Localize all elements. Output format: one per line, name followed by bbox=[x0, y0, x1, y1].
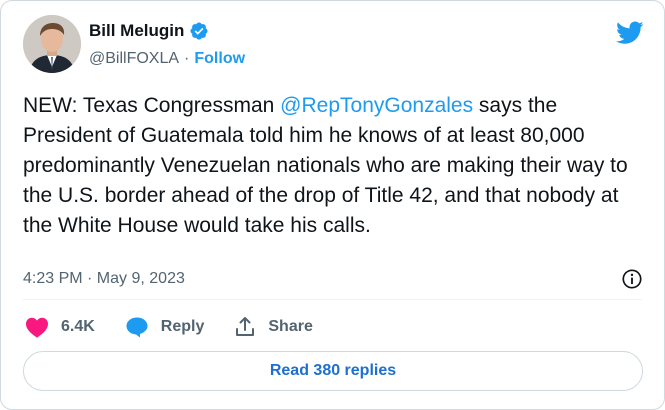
author-handle[interactable]: @BillFOXLA bbox=[89, 50, 179, 68]
share-upload-icon bbox=[236, 317, 255, 336]
author-handle-row: @BillFOXLA · Follow bbox=[89, 50, 245, 68]
tweet-text-start: NEW: Texas Congressman bbox=[23, 94, 281, 117]
action-bar: 6.4K Reply Share bbox=[25, 313, 343, 341]
reply-button[interactable]: Reply bbox=[125, 316, 205, 338]
twitter-bird-icon[interactable] bbox=[616, 21, 644, 45]
heart-icon bbox=[26, 317, 48, 338]
read-replies-button[interactable]: Read 380 replies bbox=[23, 351, 643, 391]
reply-label: Reply bbox=[160, 318, 205, 335]
divider bbox=[23, 299, 642, 300]
separator-dot: · bbox=[184, 50, 190, 67]
tweet-body: NEW: Texas Congressman @RepTonyGonzales … bbox=[23, 91, 648, 241]
avatar[interactable] bbox=[23, 15, 81, 73]
tweet-card: Bill Melugin @BillFOXLA · Follow NEW: Te… bbox=[0, 0, 665, 410]
author-name-row: Bill Melugin bbox=[89, 21, 209, 41]
follow-button[interactable]: Follow bbox=[194, 50, 245, 68]
verified-badge-icon bbox=[190, 22, 208, 40]
mention-link[interactable]: @RepTonyGonzales bbox=[280, 94, 473, 117]
reply-bubble-icon bbox=[126, 317, 148, 338]
share-button[interactable]: Share bbox=[234, 316, 313, 338]
like-button[interactable]: 6.4K bbox=[25, 316, 95, 338]
info-icon[interactable] bbox=[621, 268, 643, 290]
tweet-header: Bill Melugin @BillFOXLA · Follow bbox=[23, 15, 644, 77]
tweet-meta: 4:23 PM · May 9, 2023 bbox=[23, 268, 644, 290]
share-label: Share bbox=[268, 318, 313, 335]
like-count: 6.4K bbox=[61, 318, 95, 335]
timestamp[interactable]: 4:23 PM · May 9, 2023 bbox=[23, 270, 185, 288]
author-name[interactable]: Bill Melugin bbox=[89, 21, 184, 41]
